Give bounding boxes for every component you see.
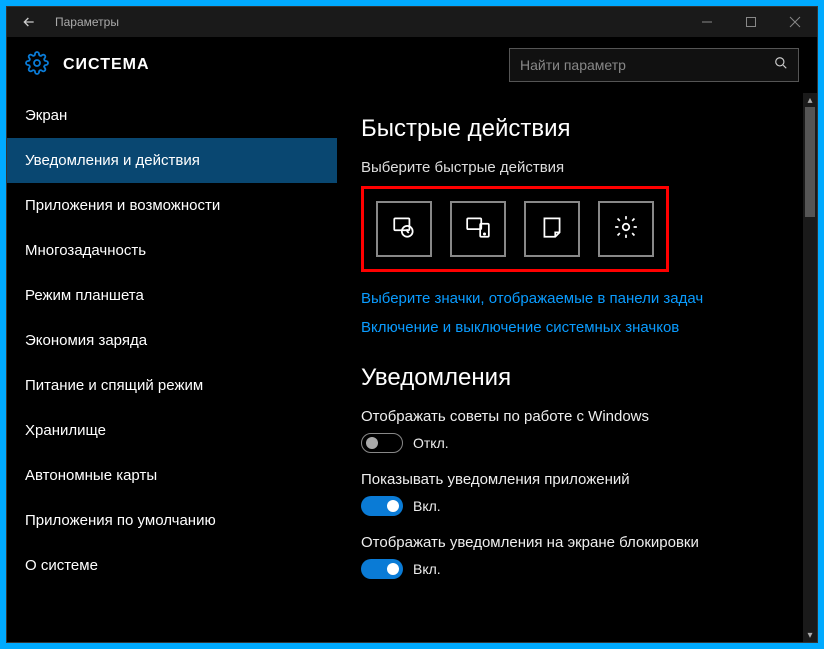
search-input[interactable] xyxy=(520,57,774,73)
quick-action-settings[interactable] xyxy=(598,201,654,257)
scrollbar[interactable]: ▴ ▾ xyxy=(803,93,817,642)
content: Быстрые действия Выберите быстрые действ… xyxy=(337,93,817,642)
search-icon xyxy=(774,56,788,75)
sidebar-item-0[interactable]: Экран xyxy=(7,93,337,138)
sidebar-item-4[interactable]: Режим планшета xyxy=(7,273,337,318)
setting-label: Показывать уведомления приложений xyxy=(361,471,793,488)
toggle-switch[interactable] xyxy=(361,559,403,579)
setting-label: Отображать уведомления на экране блокиро… xyxy=(361,534,793,551)
quick-action-note[interactable] xyxy=(524,201,580,257)
sidebar-item-8[interactable]: Автономные карты xyxy=(7,453,337,498)
quick-action-connect[interactable] xyxy=(450,201,506,257)
taskbar-icons-link[interactable]: Выберите значки, отображаемые в панели з… xyxy=(361,290,793,307)
sidebar-item-1[interactable]: Уведомления и действия xyxy=(7,138,337,183)
sidebar-item-2[interactable]: Приложения и возможности xyxy=(7,183,337,228)
header: СИСТЕМА xyxy=(7,37,817,93)
quick-actions-row xyxy=(361,186,669,272)
quick-actions-heading: Быстрые действия xyxy=(361,115,793,143)
maximize-button[interactable] xyxy=(729,7,773,37)
search-box[interactable] xyxy=(509,48,799,82)
system-icons-link[interactable]: Включение и выключение системных значков xyxy=(361,319,793,336)
tablet-mode-icon xyxy=(391,214,417,245)
setting-label: Отображать советы по работе с Windows xyxy=(361,408,793,425)
quick-actions-sub: Выберите быстрые действия xyxy=(361,159,793,176)
notifications-section: Уведомления Отображать советы по работе … xyxy=(361,364,793,579)
sidebar-item-6[interactable]: Питание и спящий режим xyxy=(7,363,337,408)
note-icon xyxy=(539,214,565,245)
notification-setting-0: Отображать советы по работе с Windows Отк… xyxy=(361,408,793,453)
page-title: СИСТЕМА xyxy=(63,56,150,74)
notification-setting-2: Отображать уведомления на экране блокиро… xyxy=(361,534,793,579)
minimize-button[interactable] xyxy=(685,7,729,37)
sidebar-item-10[interactable]: О системе xyxy=(7,543,337,588)
sidebar-item-9[interactable]: Приложения по умолчанию xyxy=(7,498,337,543)
close-button[interactable] xyxy=(773,7,817,37)
quick-action-tablet-mode[interactable] xyxy=(376,201,432,257)
back-button[interactable] xyxy=(7,7,51,37)
toggle-switch[interactable] xyxy=(361,496,403,516)
window-controls xyxy=(685,7,817,37)
notifications-heading: Уведомления xyxy=(361,364,793,392)
scroll-up-arrow[interactable]: ▴ xyxy=(803,93,817,107)
scroll-down-arrow[interactable]: ▾ xyxy=(803,628,817,642)
sidebar-item-7[interactable]: Хранилище xyxy=(7,408,337,453)
sidebar-item-3[interactable]: Многозадачность xyxy=(7,228,337,273)
sidebar: ЭкранУведомления и действияПриложения и … xyxy=(7,93,337,642)
notification-setting-1: Показывать уведомления приложений Вкл. xyxy=(361,471,793,516)
titlebar: Параметры xyxy=(7,7,817,37)
connect-icon xyxy=(465,214,491,245)
toggle-state: Вкл. xyxy=(413,498,441,514)
gear-icon xyxy=(25,51,49,80)
settings-icon xyxy=(613,214,639,245)
settings-window: Параметры СИСТЕМА ЭкранУведомления и дей… xyxy=(6,6,818,643)
window-title: Параметры xyxy=(51,15,685,29)
toggle-state: Откл. xyxy=(413,435,449,451)
sidebar-item-5[interactable]: Экономия заряда xyxy=(7,318,337,363)
toggle-switch[interactable] xyxy=(361,433,403,453)
toggle-state: Вкл. xyxy=(413,561,441,577)
scroll-thumb[interactable] xyxy=(805,107,815,217)
body: ЭкранУведомления и действияПриложения и … xyxy=(7,93,817,642)
